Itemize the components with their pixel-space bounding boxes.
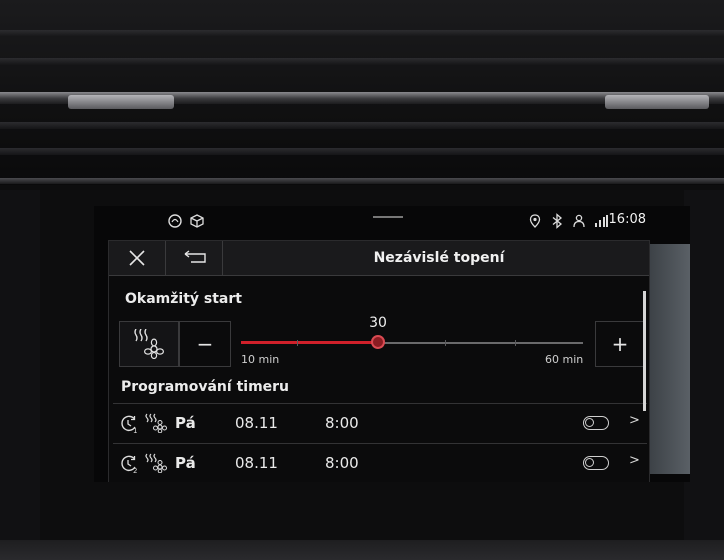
timer-row[interactable]: 1 Pá 08.11 8:00 > — [113, 403, 647, 442]
duration-value: 30 — [369, 315, 387, 331]
heating-mode-button[interactable] — [119, 321, 179, 367]
slider-fill — [241, 341, 378, 344]
chevron-right-icon[interactable]: > — [629, 453, 640, 468]
infotainment-screen: 16:08 Nezávislé topení Okamžitý start − — [94, 206, 690, 482]
close-button[interactable] — [109, 241, 166, 275]
slider-tick — [515, 340, 516, 346]
timer-day: Pá — [175, 414, 196, 432]
cube-icon — [188, 212, 206, 230]
timer-toggle[interactable] — [583, 456, 609, 470]
toggle-knob — [585, 458, 594, 467]
person-icon — [570, 212, 588, 230]
slider-tick — [445, 340, 446, 346]
bezel-bottom — [0, 540, 724, 560]
bluetooth-icon — [548, 212, 566, 230]
bezel-left — [0, 190, 40, 560]
timer-number: 2 — [133, 467, 137, 474]
screen-frame-top — [0, 178, 724, 184]
duration-slider[interactable]: 30 — [241, 315, 583, 349]
back-arrow-icon — [184, 250, 206, 263]
decrease-duration-button[interactable]: − — [179, 321, 231, 367]
independent-heating-dialog: Nezávislé topení Okamžitý start − 30 10 … — [108, 240, 650, 482]
air-vent-slat — [0, 148, 724, 155]
slider-tick — [297, 340, 298, 346]
climate-status-icon — [166, 212, 184, 230]
increase-duration-button[interactable]: + — [595, 321, 645, 367]
timer-clock-icon: 2 — [121, 455, 137, 474]
timer-time: 8:00 — [325, 454, 359, 472]
instant-start-label: Okamžitý start — [125, 291, 242, 307]
bezel-right — [684, 190, 724, 560]
clock: 16:08 — [608, 212, 646, 227]
duration-max-label: 60 min — [545, 353, 584, 366]
background-map-peek — [646, 244, 690, 474]
air-vent-slat — [0, 122, 724, 129]
timer-clock-icon: 1 — [121, 415, 137, 434]
location-icon — [526, 212, 544, 230]
pull-down-handle[interactable] — [373, 216, 403, 218]
timer-number: 1 — [133, 427, 137, 434]
air-vent-slat — [0, 30, 724, 37]
timer-day: Pá — [175, 454, 196, 472]
dialog-header: Nezávislé topení — [109, 241, 649, 276]
toggle-knob — [585, 418, 594, 427]
timer-date: 08.11 — [235, 454, 278, 472]
timer-toggle[interactable] — [583, 416, 609, 430]
duration-min-label: 10 min — [241, 353, 280, 366]
chevron-right-icon[interactable]: > — [629, 413, 640, 428]
timer-programming-label: Programování timeru — [121, 379, 290, 395]
status-bar: 16:08 — [94, 206, 690, 236]
close-icon — [129, 250, 145, 266]
dialog-title: Nezávislé topení — [373, 250, 505, 266]
air-vent-slat — [0, 58, 724, 65]
timer-time: 8:00 — [325, 414, 359, 432]
seat-heating-icon — [145, 413, 167, 433]
back-button[interactable] — [166, 241, 223, 275]
seat-heating-icon — [145, 453, 167, 473]
vent-handle-right — [605, 95, 709, 109]
timer-row[interactable]: 2 Pá 08.11 8:00 > — [113, 443, 647, 482]
scrollbar[interactable] — [643, 291, 646, 411]
phone-signal-icon — [592, 212, 610, 230]
slider-thumb[interactable] — [371, 335, 385, 349]
vent-handle-left — [68, 95, 174, 109]
timer-date: 08.11 — [235, 414, 278, 432]
seat-heating-icon — [134, 329, 165, 359]
